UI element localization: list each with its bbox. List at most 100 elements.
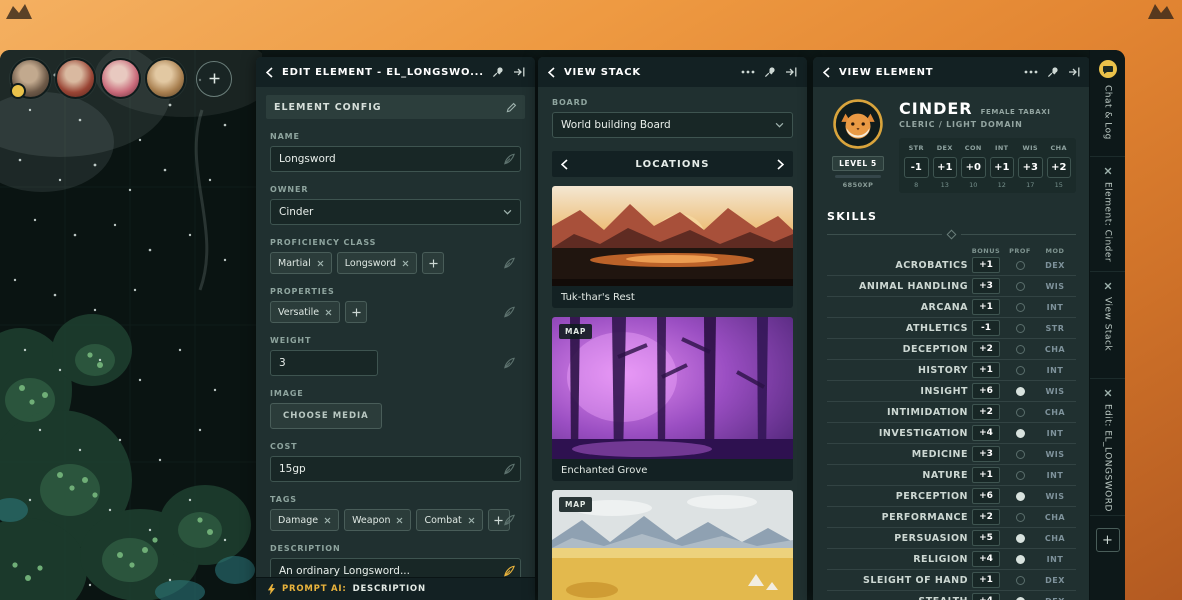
skill-bonus[interactable]: +1	[972, 467, 1000, 483]
player-avatar[interactable]	[55, 58, 96, 99]
chip[interactable]: Combat	[416, 509, 482, 531]
skill-bonus[interactable]: +1	[972, 257, 1000, 273]
chip[interactable]: Longsword	[337, 252, 417, 274]
description-input[interactable]: An ordinary Longsword...	[270, 558, 521, 577]
world-map[interactable]	[0, 50, 262, 600]
close-icon[interactable]	[324, 517, 331, 524]
close-icon[interactable]	[1104, 167, 1112, 175]
cost-input[interactable]: 15gp	[270, 456, 521, 482]
skill-bonus[interactable]: +2	[972, 404, 1000, 420]
dock-tab-chat[interactable]: Chat & Log	[1090, 50, 1125, 157]
skill-row[interactable]: INVESTIGATION+4INT	[827, 423, 1076, 444]
prompt-ai-bar[interactable]: PROMPT AI: DESCRIPTION	[256, 577, 535, 600]
quill-icon[interactable]	[503, 514, 516, 527]
choose-media-button[interactable]: CHOOSE MEDIA	[270, 403, 382, 429]
back-chevron-icon[interactable]	[266, 67, 273, 78]
player-avatar[interactable]	[100, 58, 141, 99]
add-chip-button[interactable]	[422, 252, 444, 274]
skill-row[interactable]: NATURE+1INT	[827, 465, 1076, 486]
ability-mod[interactable]: +1	[933, 157, 958, 178]
skill-row[interactable]: HISTORY+1INT	[827, 360, 1076, 381]
quill-icon[interactable]	[503, 257, 516, 270]
skill-bonus[interactable]: -1	[972, 320, 1000, 336]
chip[interactable]: Versatile	[270, 301, 340, 323]
add-chip-button[interactable]	[345, 301, 367, 323]
dock-tab-edit-longsword[interactable]: Edit: EL_LONGSWORD	[1090, 379, 1125, 516]
pin-icon[interactable]	[1047, 66, 1059, 78]
close-icon[interactable]	[396, 517, 403, 524]
dock-to-side-icon[interactable]	[785, 66, 797, 78]
close-icon[interactable]	[325, 309, 332, 316]
skill-row[interactable]: ARCANA+1INT	[827, 297, 1076, 318]
close-icon[interactable]	[402, 260, 409, 267]
skill-row[interactable]: SLEIGHT OF HAND+1DEX	[827, 570, 1076, 591]
skill-bonus[interactable]: +4	[972, 551, 1000, 567]
player-avatar[interactable]	[10, 58, 51, 99]
quill-icon-gold[interactable]	[503, 565, 516, 578]
skill-row[interactable]: RELIGION+4INT	[827, 549, 1076, 570]
back-chevron-icon[interactable]	[548, 67, 555, 78]
skill-row[interactable]: PERSUASION+5CHA	[827, 528, 1076, 549]
skill-bonus[interactable]: +2	[972, 509, 1000, 525]
skill-row[interactable]: DECEPTION+2CHA	[827, 339, 1076, 360]
board-select[interactable]: World building Board	[552, 112, 793, 138]
skill-bonus[interactable]: +3	[972, 278, 1000, 294]
skill-bonus[interactable]: +3	[972, 446, 1000, 462]
weight-input[interactable]: 3	[270, 350, 378, 376]
ability-mod[interactable]: +1	[990, 157, 1015, 178]
add-panel-button[interactable]: +	[1096, 528, 1120, 552]
quill-icon[interactable]	[503, 306, 516, 319]
skill-bonus[interactable]: +5	[972, 530, 1000, 546]
carousel-next-icon[interactable]	[777, 159, 784, 170]
skill-bonus[interactable]: +1	[972, 572, 1000, 588]
pencil-icon[interactable]	[506, 102, 517, 113]
skill-bonus[interactable]: +6	[972, 383, 1000, 399]
more-options-icon[interactable]	[741, 70, 755, 74]
skill-row[interactable]: INSIGHT+6WIS	[827, 381, 1076, 402]
skill-row[interactable]: MEDICINE+3WIS	[827, 444, 1076, 465]
skill-row[interactable]: STEALTH+4DEX	[827, 591, 1076, 600]
name-input[interactable]: Longsword	[270, 146, 521, 172]
chip[interactable]: Weapon	[344, 509, 411, 531]
location-card[interactable]: MAP	[552, 490, 793, 600]
ability-mod[interactable]: +0	[961, 157, 986, 178]
character-avatar[interactable]	[833, 99, 883, 149]
close-icon[interactable]	[468, 517, 475, 524]
dock-tab-view-stack[interactable]: View Stack	[1090, 272, 1125, 379]
location-card[interactable]: MAP Enchanted Grove	[552, 317, 793, 481]
dock-to-side-icon[interactable]	[1068, 66, 1080, 78]
add-player-button[interactable]	[196, 61, 232, 97]
pin-icon[interactable]	[492, 66, 504, 78]
close-icon[interactable]	[317, 260, 324, 267]
skill-bonus[interactable]: +1	[972, 362, 1000, 378]
carousel-prev-icon[interactable]	[561, 159, 568, 170]
chip[interactable]: Martial	[270, 252, 332, 274]
close-icon[interactable]	[1104, 389, 1112, 397]
dock-to-side-icon[interactable]	[513, 66, 525, 78]
quill-icon[interactable]	[503, 357, 516, 370]
location-card[interactable]: Tuk-thar's Rest	[552, 186, 793, 308]
skill-row[interactable]: PERFORMANCE+2CHA	[827, 507, 1076, 528]
owner-select[interactable]: Cinder	[270, 199, 521, 225]
skill-row[interactable]: ACROBATICS+1DEX	[827, 255, 1076, 276]
skill-row[interactable]: ANIMAL HANDLING+3WIS	[827, 276, 1076, 297]
player-avatar[interactable]	[145, 58, 186, 99]
skill-bonus[interactable]: +1	[972, 299, 1000, 315]
back-chevron-icon[interactable]	[823, 67, 830, 78]
quill-icon[interactable]	[503, 153, 516, 166]
pin-icon[interactable]	[764, 66, 776, 78]
ability-mod[interactable]: +2	[1047, 157, 1072, 178]
dock-tab-element-cinder[interactable]: Element: Cinder	[1090, 157, 1125, 272]
skill-bonus[interactable]: +2	[972, 341, 1000, 357]
close-icon[interactable]	[1104, 282, 1112, 290]
quill-icon[interactable]	[503, 463, 516, 476]
skill-row[interactable]: ATHLETICS-1STR	[827, 318, 1076, 339]
skill-bonus[interactable]: +4	[972, 593, 1000, 600]
chip[interactable]: Damage	[270, 509, 339, 531]
more-options-icon[interactable]	[1024, 70, 1038, 74]
skill-bonus[interactable]: +6	[972, 488, 1000, 504]
skill-bonus[interactable]: +4	[972, 425, 1000, 441]
ability-mod[interactable]: +3	[1018, 157, 1043, 178]
ability-mod[interactable]: -1	[904, 157, 929, 178]
skill-row[interactable]: PERCEPTION+6WIS	[827, 486, 1076, 507]
